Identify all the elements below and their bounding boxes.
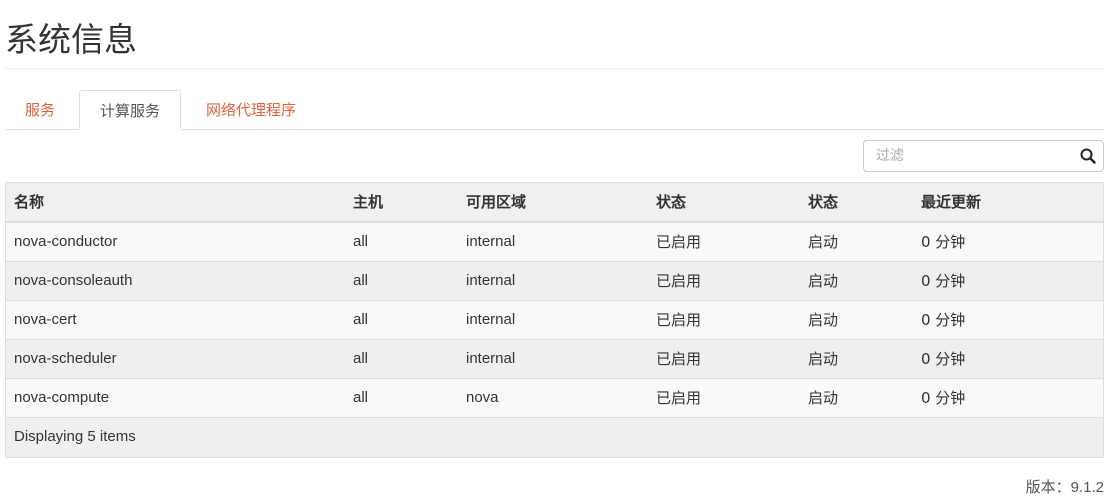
search-icon [1080, 148, 1096, 164]
column-header-host[interactable]: 主机 [353, 183, 383, 221]
filter-box [863, 140, 1104, 172]
tab-services[interactable]: 服务 [5, 90, 75, 130]
cell-host: all [353, 233, 369, 250]
cell-zone: internal [466, 272, 516, 289]
page: 系统信息 服务 计算服务 网络代理程序 名称 主机 可用区域 状态 状态 最近更… [5, 0, 1104, 458]
tab-network-agents[interactable]: 网络代理程序 [186, 90, 316, 130]
page-header: 系统信息 [5, 0, 1104, 69]
cell-last-updated: 0 分钟 [921, 311, 966, 329]
cell-zone: internal [466, 233, 516, 250]
table-row: nova-conductor all internal 已启用 启动 0 分钟 [6, 223, 1103, 262]
services-table: 名称 主机 可用区域 状态 状态 最近更新 nova-conductor all… [5, 182, 1104, 458]
cell-zone: internal [466, 350, 516, 367]
table-footer: Displaying 5 items [6, 418, 1103, 457]
cell-state: 启动 [808, 311, 839, 329]
item-count: Displaying 5 items [14, 428, 136, 445]
cell-name: nova-compute [14, 389, 110, 406]
column-header-name[interactable]: 名称 [14, 183, 44, 221]
cell-status: 已启用 [656, 233, 702, 251]
column-header-zone[interactable]: 可用区域 [466, 183, 526, 221]
table-header-row: 名称 主机 可用区域 状态 状态 最近更新 [6, 183, 1103, 223]
cell-state: 启动 [808, 389, 839, 407]
page-title: 系统信息 [5, 20, 137, 59]
tab-compute-services[interactable]: 计算服务 [79, 90, 182, 130]
cell-status: 已启用 [656, 272, 702, 290]
cell-status: 已启用 [656, 311, 702, 329]
cell-host: all [353, 389, 369, 406]
version-info: 版本：9.1.2 [1026, 476, 1104, 497]
cell-state: 启动 [808, 272, 839, 290]
filter-search-button[interactable] [1073, 141, 1103, 171]
cell-name: nova-scheduler [14, 350, 117, 367]
cell-name: nova-conductor [14, 233, 118, 250]
version-label: 版本： [1025, 478, 1071, 496]
cell-host: all [353, 272, 369, 289]
cell-host: all [353, 311, 369, 328]
table-row: nova-cert all internal 已启用 启动 0 分钟 [6, 301, 1103, 340]
cell-last-updated: 0 分钟 [921, 389, 966, 407]
cell-status: 已启用 [656, 350, 702, 368]
cell-last-updated: 0 分钟 [921, 350, 966, 368]
version-number: 9.1.2 [1070, 479, 1104, 496]
cell-state: 启动 [808, 350, 839, 368]
filter-input[interactable] [864, 141, 1069, 171]
table-row: nova-scheduler all internal 已启用 启动 0 分钟 [6, 340, 1103, 379]
tab-bar: 服务 计算服务 网络代理程序 [5, 90, 1104, 130]
cell-zone: internal [466, 311, 516, 328]
cell-host: all [353, 350, 369, 367]
cell-state: 启动 [808, 233, 839, 251]
cell-last-updated: 0 分钟 [921, 272, 966, 290]
cell-status: 已启用 [656, 389, 702, 407]
cell-zone: nova [466, 389, 499, 406]
cell-last-updated: 0 分钟 [921, 233, 966, 251]
table-row: nova-consoleauth all internal 已启用 启动 0 分… [6, 262, 1103, 301]
column-header-state[interactable]: 状态 [808, 183, 838, 221]
column-header-last-updated[interactable]: 最近更新 [921, 183, 981, 221]
cell-name: nova-cert [14, 311, 77, 328]
table-row: nova-compute all nova 已启用 启动 0 分钟 [6, 379, 1103, 418]
column-header-status[interactable]: 状态 [656, 183, 686, 221]
cell-name: nova-consoleauth [14, 272, 133, 289]
